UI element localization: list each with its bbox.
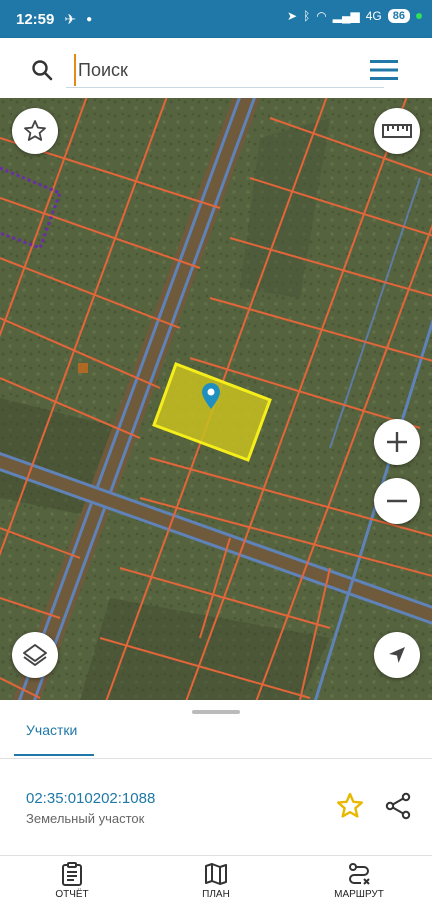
route-icon [349, 863, 370, 885]
signal-icon: ▂▄▆ [332, 9, 360, 23]
menu-icon[interactable] [370, 59, 398, 81]
ruler-icon [382, 124, 412, 138]
sheet-divider [0, 758, 432, 759]
map-pin-icon[interactable] [202, 383, 220, 409]
layers-button[interactable] [12, 632, 58, 678]
search-input[interactable] [74, 54, 360, 86]
bottom-sheet: Участки 02:35:010202:1088 Земельный учас… [0, 700, 432, 855]
map-icon [205, 863, 227, 885]
search-bar [0, 38, 432, 98]
parcel-type: Земельный участок [26, 811, 145, 826]
network-type: 4G [365, 9, 382, 23]
favorite-star-icon[interactable] [336, 792, 364, 820]
tab-underline [14, 754, 94, 756]
search-underline [66, 87, 384, 88]
search-container [8, 44, 424, 92]
layers-icon [23, 644, 47, 666]
nav-route-label: МАРШРУТ [334, 889, 384, 900]
dot-icon: ● [86, 13, 93, 25]
map-view[interactable] [0, 98, 432, 700]
zoom-in-button[interactable] [374, 419, 420, 465]
clipboard-icon [62, 862, 82, 886]
bottom-navigation: ОТЧЁТ ПЛАН МАРШРУТ [0, 855, 432, 911]
zoom-out-button[interactable] [374, 478, 420, 524]
ruler-button[interactable] [374, 108, 420, 154]
status-time: 12:59 [16, 10, 55, 28]
nav-route[interactable]: МАРШРУТ [314, 862, 404, 900]
charging-dot-icon [416, 13, 422, 19]
nav-report[interactable]: ОТЧЁТ [27, 862, 117, 900]
share-icon[interactable] [384, 792, 412, 820]
nav-plan-label: ПЛАН [202, 889, 230, 900]
minus-icon [387, 499, 407, 503]
my-location-button[interactable] [374, 632, 420, 678]
nav-plan[interactable]: ПЛАН [171, 862, 261, 900]
status-bar: 12:59 ✈ ● ➤ ᛒ ◠ ▂▄▆ 4G 86 [0, 0, 432, 38]
wifi-icon: ◠ [316, 9, 327, 23]
location-icon: ➤ [287, 9, 298, 23]
plus-icon [387, 432, 407, 452]
bluetooth-icon: ᛒ [303, 9, 311, 23]
drag-handle[interactable] [192, 710, 240, 714]
battery-icon: 86 [387, 9, 410, 23]
search-icon[interactable] [30, 58, 54, 82]
parcel-cadastral-number[interactable]: 02:35:010202:1088 [26, 790, 155, 807]
notification-icon: ✈ [64, 10, 77, 27]
favorites-button[interactable] [12, 108, 58, 154]
star-outline-icon [24, 120, 46, 141]
navigation-arrow-icon [389, 647, 405, 663]
nav-report-label: ОТЧЁТ [55, 889, 89, 900]
tab-parcels[interactable]: Участки [26, 722, 77, 738]
